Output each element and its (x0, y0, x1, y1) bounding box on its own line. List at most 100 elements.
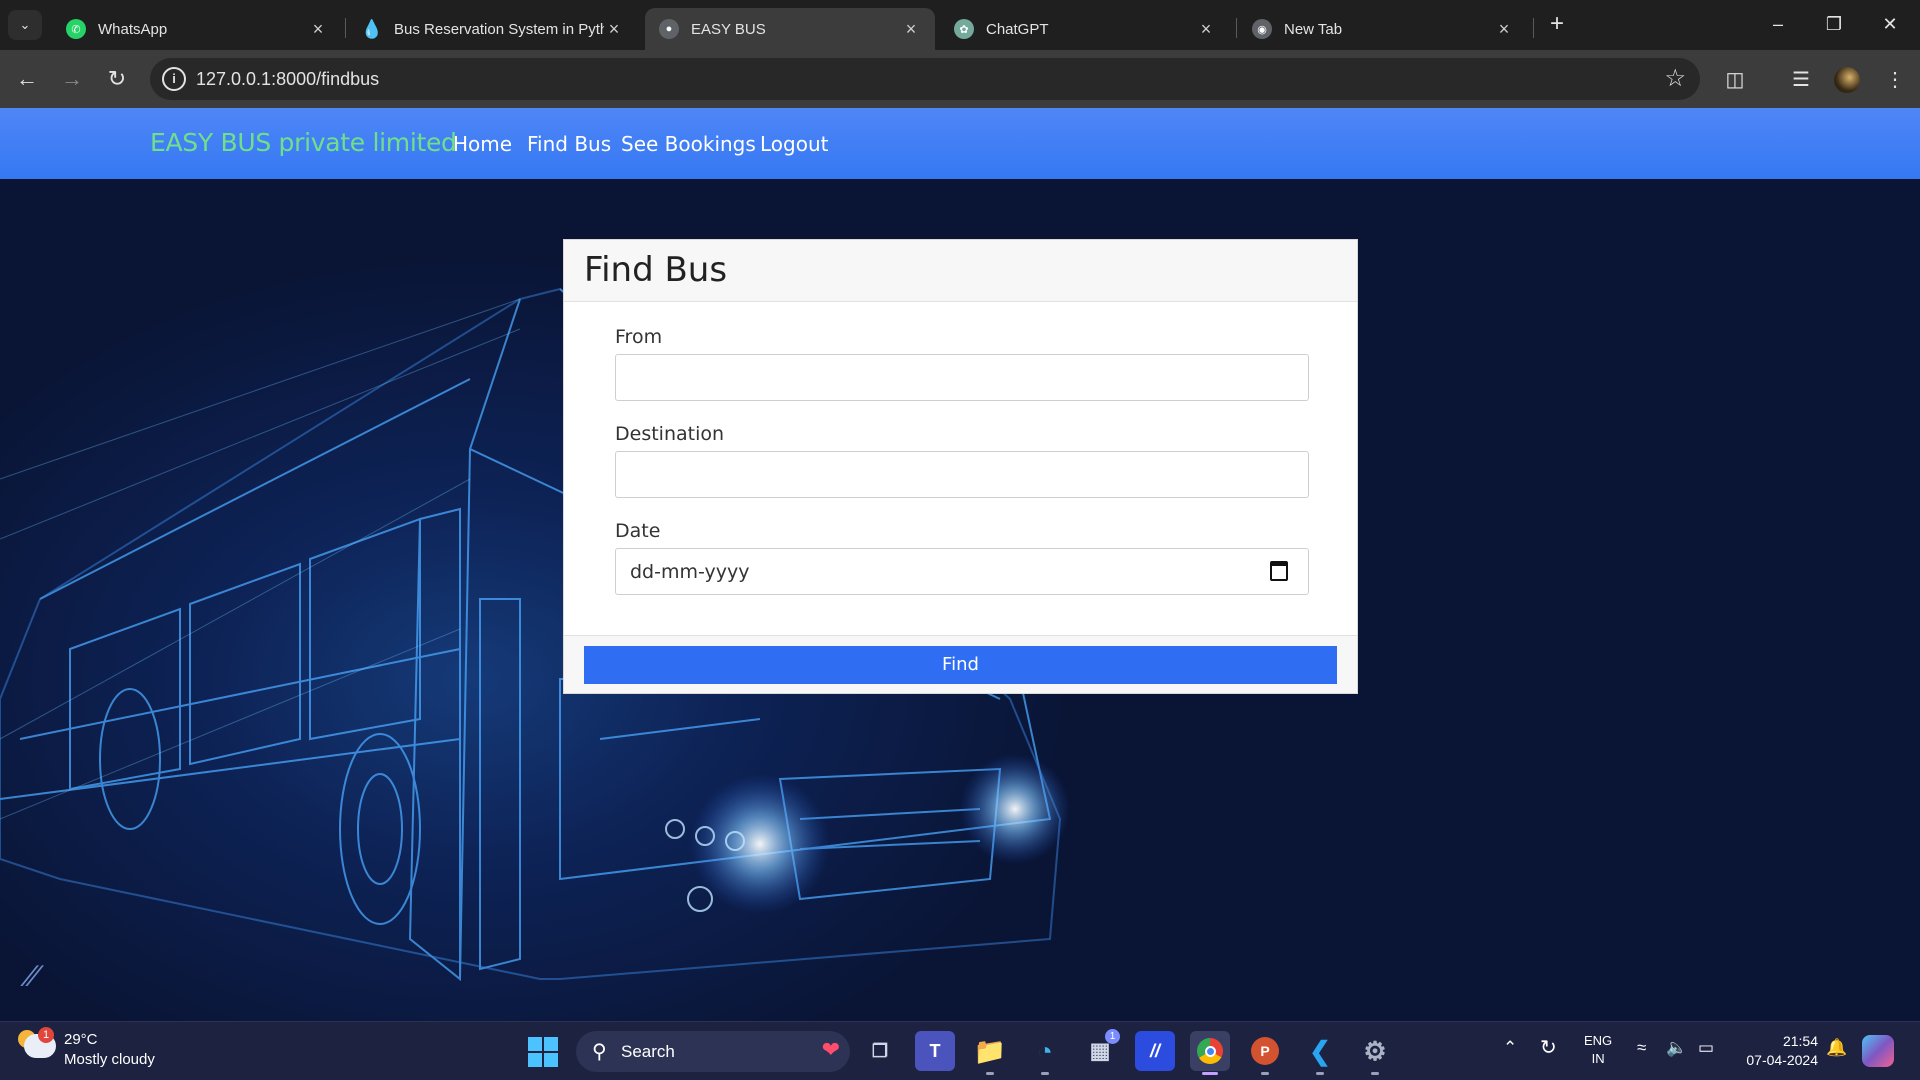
windows-taskbar: 1 29°C Mostly cloudy ⚲ Search ❤ ❐ T 📁 ◔ … (0, 1021, 1920, 1080)
tab-whatsapp[interactable]: ✆ WhatsApp × (52, 8, 342, 50)
app-indicator (1202, 1072, 1218, 1075)
tab-new-tab[interactable]: ◉ New Tab × (1238, 8, 1528, 50)
tab-title: EASY BUS (691, 20, 766, 38)
close-icon[interactable]: × (901, 19, 921, 40)
media-control-icon[interactable]: ☰ (1784, 62, 1818, 96)
calendar-icon[interactable] (1270, 561, 1288, 581)
browser-toolbar: ← → ↻ i 127.0.0.1:8000/findbus ☆ ◫ ☰ ⋮ (0, 50, 1920, 108)
lightning-logo-icon[interactable]: ⁄⁄ (25, 960, 61, 994)
site-info-icon[interactable]: i (162, 67, 186, 91)
copilot-icon[interactable] (1862, 1035, 1894, 1067)
nav-home[interactable]: Home (453, 132, 512, 156)
close-icon[interactable]: × (1196, 19, 1216, 40)
teams-icon[interactable]: T (915, 1031, 955, 1071)
date-label: Date (615, 520, 661, 542)
browser-tab-strip: ⌄ ✆ WhatsApp × 💧 Bus Reservation System … (0, 0, 1920, 50)
app-indicator (1316, 1072, 1324, 1075)
sync-icon[interactable]: ↻ (1540, 1035, 1557, 1060)
tab-easy-bus[interactable]: ● EASY BUS × (645, 8, 935, 50)
destination-input[interactable] (615, 451, 1309, 498)
notification-bell-icon[interactable]: 🔔 (1826, 1038, 1847, 1058)
windows-logo-pane (528, 1037, 542, 1051)
restore-button[interactable]: ❐ (1806, 0, 1862, 48)
tab-chatgpt[interactable]: ✿ ChatGPT × (940, 8, 1230, 50)
edge-icon[interactable]: ◔ (1025, 1031, 1065, 1075)
close-icon[interactable]: × (604, 19, 624, 40)
battery-icon[interactable]: ▭ (1698, 1038, 1714, 1058)
tab-search-button[interactable]: ⌄ (8, 10, 42, 40)
from-input[interactable] (615, 354, 1309, 401)
app-indicator (1261, 1072, 1269, 1075)
brand-link[interactable]: EASY BUS private limited (150, 128, 457, 157)
stylus-app-icon[interactable]: // (1135, 1031, 1175, 1071)
from-label: From (615, 326, 663, 348)
card-title: Find Bus (584, 250, 728, 290)
taskbar-search[interactable]: ⚲ Search ❤ (576, 1031, 850, 1072)
task-view-icon[interactable]: ❐ (860, 1031, 900, 1071)
temperature: 29°C (64, 1031, 98, 1048)
nav-logout[interactable]: Logout (760, 132, 828, 156)
weather-notification-badge: 1 (38, 1027, 54, 1043)
store-icon[interactable]: ▦ 1 (1080, 1029, 1120, 1071)
tab-title: New Tab (1284, 20, 1343, 38)
close-icon[interactable]: × (308, 19, 328, 40)
nav-find-bus[interactable]: Find Bus (527, 132, 611, 156)
language-indicator[interactable]: ENG IN (1584, 1032, 1612, 1068)
profile-avatar[interactable] (1834, 67, 1860, 93)
volume-icon[interactable]: 🔈 (1666, 1038, 1687, 1058)
card-footer: Find (564, 635, 1357, 693)
search-icon: ⚲ (592, 1041, 607, 1063)
clock[interactable]: 21:54 07-04-2024 (1738, 1032, 1818, 1070)
bookmark-star-icon[interactable]: ☆ (1664, 64, 1686, 93)
powerpoint-glyph: P (1251, 1037, 1279, 1065)
minimize-button[interactable]: – (1750, 0, 1806, 48)
tab-bus-reservation[interactable]: 💧 Bus Reservation System in Pyth × (348, 8, 638, 50)
chevron-up-icon[interactable]: ⌃ (1503, 1038, 1517, 1058)
weather-description: Mostly cloudy (64, 1051, 155, 1068)
chrome-taskbar-icon[interactable] (1190, 1031, 1230, 1075)
wifi-icon[interactable]: ≈ (1637, 1038, 1646, 1058)
vscode-icon[interactable]: ❮ (1300, 1031, 1340, 1075)
date-field: Date dd-mm-yyyy (615, 520, 1309, 595)
back-button[interactable]: ← (10, 62, 44, 96)
file-explorer-icon[interactable]: 📁 (970, 1031, 1010, 1075)
url-text[interactable]: 127.0.0.1:8000/findbus (196, 69, 379, 90)
app-indicator (1371, 1072, 1379, 1075)
reload-button[interactable]: ↻ (100, 62, 134, 96)
tab-divider (345, 18, 346, 38)
extensions-icon[interactable]: ◫ (1718, 62, 1752, 96)
chatgpt-icon: ✿ (954, 19, 974, 39)
date-input[interactable]: dd-mm-yyyy (615, 548, 1309, 595)
settings-gear-icon[interactable]: ⚙ (1355, 1031, 1395, 1075)
reload-icon: ↻ (107, 66, 127, 91)
restore-icon: ❐ (1825, 13, 1843, 34)
app-indicator (986, 1072, 994, 1075)
windows-logo-pane (544, 1037, 558, 1051)
chrome-icon: ◉ (1252, 19, 1272, 39)
forward-button[interactable]: → (55, 62, 89, 96)
site-navbar: EASY BUS private limited Home Find Bus S… (0, 108, 1920, 179)
chrome-center (1204, 1045, 1216, 1057)
windows-logo-pane (528, 1053, 542, 1067)
arrow-left-icon: ← (16, 66, 38, 91)
globe-icon: ● (659, 19, 679, 39)
tab-title: Bus Reservation System in Pyth (394, 20, 604, 38)
chrome-icon (1197, 1038, 1223, 1064)
address-bar[interactable]: i 127.0.0.1:8000/findbus ☆ (150, 58, 1700, 100)
find-bus-card: Find Bus From Destination Date dd-mm-yyy… (563, 239, 1358, 694)
close-icon[interactable]: × (1494, 19, 1514, 40)
arrow-right-icon: → (61, 66, 83, 91)
start-button[interactable] (528, 1037, 558, 1067)
region-code: IN (1591, 1051, 1605, 1066)
drupal-icon: 💧 (360, 18, 384, 39)
powerpoint-icon[interactable]: P (1245, 1031, 1285, 1075)
more-menu-icon[interactable]: ⋮ (1878, 62, 1912, 96)
card-header: Find Bus (564, 240, 1357, 302)
nav-see-bookings[interactable]: See Bookings (621, 132, 756, 156)
chevron-down-icon: ⌄ (19, 17, 31, 32)
close-window-button[interactable]: ✕ (1862, 0, 1918, 48)
new-tab-button[interactable]: + (1542, 10, 1572, 40)
app-indicator (1041, 1072, 1049, 1075)
find-button[interactable]: Find (584, 646, 1337, 684)
clock-time: 21:54 (1782, 1033, 1818, 1049)
